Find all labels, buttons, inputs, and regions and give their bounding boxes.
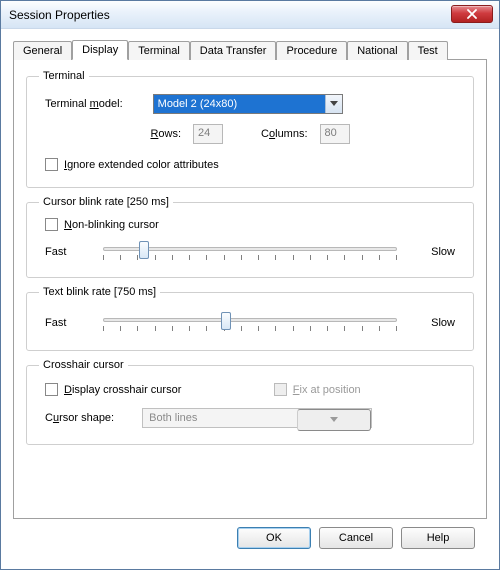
terminal-group: Terminal Terminal model: Model 2 (24x80)… — [26, 70, 474, 188]
display-crosshair-checkbox[interactable] — [45, 383, 58, 396]
close-button[interactable] — [451, 5, 493, 23]
tab-display[interactable]: Display — [72, 40, 128, 60]
cursor-blink-group: Cursor blink rate [250 ms] Non-blinking … — [26, 196, 474, 278]
display-panel: Terminal Terminal model: Model 2 (24x80)… — [13, 59, 487, 519]
slider-thumb[interactable] — [221, 312, 231, 330]
crosshair-group: Crosshair cursor Display crosshair curso… — [26, 359, 474, 445]
terminal-legend: Terminal — [39, 70, 89, 82]
close-icon — [467, 9, 477, 19]
cursor-shape-label: Cursor shape: — [45, 412, 114, 424]
window-title: Session Properties — [9, 8, 110, 22]
cursor-shape-value: Both lines — [143, 409, 297, 427]
tab-general[interactable]: General — [13, 41, 72, 60]
columns-label: Columns: — [261, 128, 307, 140]
display-crosshair-label: Display crosshair cursor — [64, 384, 181, 396]
slider-ticks — [103, 326, 397, 332]
terminal-model-value: Model 2 (24x80) — [154, 95, 325, 113]
cursor-blink-legend: Cursor blink rate [250 ms] — [39, 196, 173, 208]
tab-strip: General Display Terminal Data Transfer P… — [13, 37, 487, 59]
tab-data-transfer[interactable]: Data Transfer — [190, 41, 277, 60]
terminal-model-label: Terminal model: — [45, 98, 123, 110]
text-blink-legend: Text blink rate [750 ms] — [39, 286, 160, 298]
tab-terminal[interactable]: Terminal — [128, 41, 190, 60]
cursor-blink-slider[interactable] — [103, 239, 397, 265]
tab-procedure[interactable]: Procedure — [276, 41, 347, 60]
dialog-footer: OK Cancel Help — [13, 519, 487, 559]
rows-field: 24 — [193, 124, 223, 144]
chevron-down-icon — [330, 417, 338, 423]
text-fast-label: Fast — [45, 317, 85, 329]
titlebar[interactable]: Session Properties — [1, 1, 499, 29]
dropdown-button[interactable] — [325, 95, 342, 113]
text-slow-label: Slow — [415, 317, 455, 329]
tab-test[interactable]: Test — [408, 41, 448, 60]
cursor-shape-combo: Both lines — [142, 408, 372, 428]
nonblink-checkbox[interactable] — [45, 218, 58, 231]
help-button[interactable]: Help — [401, 527, 475, 549]
ignore-ext-label: Ignore extended color attributes — [64, 159, 219, 171]
dropdown-button-disabled — [297, 409, 371, 431]
fix-at-position-label: Fix at position — [293, 384, 361, 396]
client-area: General Display Terminal Data Transfer P… — [1, 29, 499, 569]
ignore-ext-checkbox[interactable] — [45, 158, 58, 171]
rows-label: Rows: — [150, 128, 181, 140]
dialog-window: Session Properties General Display Termi… — [0, 0, 500, 570]
fix-at-position-checkbox — [274, 383, 287, 396]
tab-national[interactable]: National — [347, 41, 407, 60]
slider-thumb[interactable] — [139, 241, 149, 259]
cursor-slow-label: Slow — [415, 246, 455, 258]
columns-field: 80 — [320, 124, 350, 144]
nonblink-label: Non-blinking cursor — [64, 219, 159, 231]
text-blink-slider[interactable] — [103, 310, 397, 336]
crosshair-legend: Crosshair cursor — [39, 359, 128, 371]
terminal-model-combo[interactable]: Model 2 (24x80) — [153, 94, 343, 114]
text-blink-group: Text blink rate [750 ms] Fast Slow — [26, 286, 474, 351]
chevron-down-icon — [330, 101, 338, 107]
slider-track — [103, 318, 397, 322]
cancel-button[interactable]: Cancel — [319, 527, 393, 549]
cursor-fast-label: Fast — [45, 246, 85, 258]
ok-button[interactable]: OK — [237, 527, 311, 549]
